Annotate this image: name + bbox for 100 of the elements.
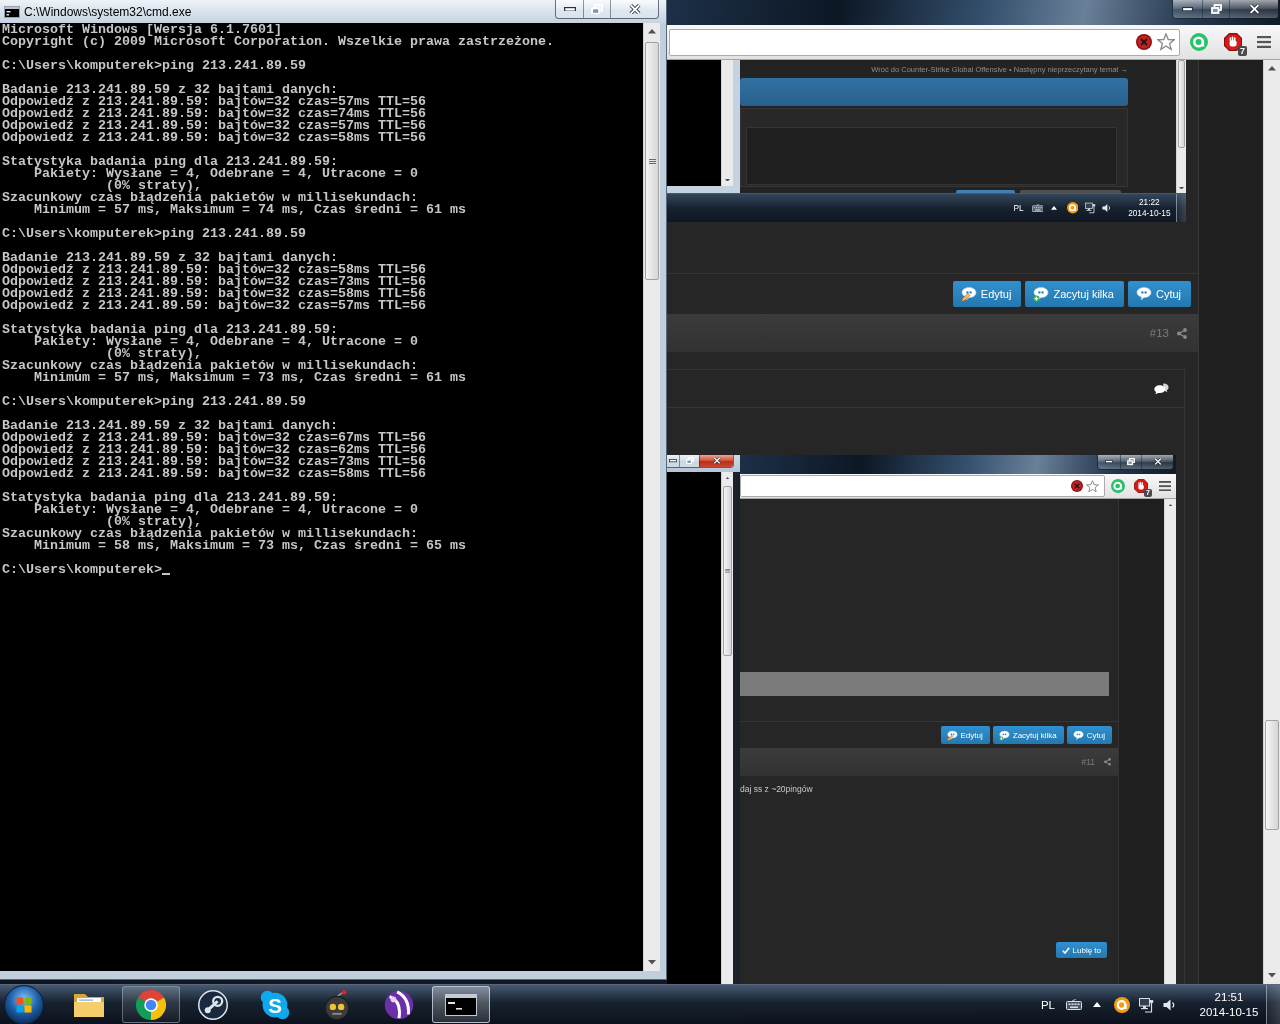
post-number[interactable]: #13 — [1149, 327, 1169, 339]
down-arrow-icon[interactable] — [648, 960, 656, 965]
console-line: Copyright (c) 2009 Microsoft Corporation. Wszelkie prawa zastrzeżone. — [2, 36, 554, 48]
scrollbar[interactable] — [721, 472, 733, 984]
minimize-button[interactable] — [667, 455, 679, 467]
stop-hand-icon[interactable] — [1224, 33, 1242, 51]
piston-logo-icon — [198, 989, 228, 1020]
minimize-button[interactable] — [556, 0, 583, 18]
console-line: C:\Users\komputerek>ping 213.241.89.59 — [2, 396, 306, 408]
console-line: (0% straty), — [104, 516, 202, 528]
console-line: Minimum = 58 ms, Maksimum = 73 ms, Czas średni = 65 ms — [34, 540, 466, 552]
console-line: (0% straty), — [104, 180, 202, 192]
language-indicator[interactable]: PL — [1013, 203, 1024, 213]
pencil-bubble-icon — [960, 286, 977, 302]
up-arrow-icon[interactable] — [1051, 206, 1058, 210]
star-icon[interactable] — [1086, 479, 1099, 493]
restore-icon — [1127, 458, 1135, 466]
close-icon — [1153, 458, 1162, 466]
scrollbar-thumb[interactable] — [1265, 720, 1279, 830]
scrollbar[interactable] — [1176, 60, 1186, 193]
console-line: Badanie 213.241.89.59 z 32 bajtami danych: — [2, 252, 338, 264]
stop-hand-icon[interactable] — [1134, 479, 1148, 493]
post-number[interactable]: #11 — [1081, 757, 1095, 767]
terminal-icon — [4, 5, 20, 18]
scrollbar[interactable] — [1164, 499, 1176, 984]
console-line: Szacunkowy czas błądzenia pakietów w millisekundach: — [2, 360, 418, 372]
close-icon — [628, 3, 641, 15]
blocked-icon[interactable] — [1136, 34, 1152, 50]
console-line: Odpowiedź z 213.241.89.59: bajtów=32 czas=73ms TTL=56 — [2, 276, 426, 288]
console-line: Odpowiedź z 213.241.89.59: bajtów=32 czas=58ms TTL=56 — [2, 468, 426, 480]
like-button[interactable]: Lubię to — [1055, 942, 1107, 958]
close-icon — [1248, 4, 1260, 14]
network-icon[interactable] — [1139, 996, 1155, 1013]
up-arrow-icon[interactable] — [1268, 66, 1276, 71]
console-line: C:\Users\komputerek>ping 213.241.89.59 — [2, 60, 306, 72]
keyboard-icon[interactable] — [1066, 999, 1082, 1010]
restore-button[interactable] — [1202, 0, 1229, 18]
scrollbar[interactable] — [1263, 60, 1280, 984]
plus-bubble-icon — [998, 729, 1010, 741]
minimize-button[interactable] — [1173, 0, 1202, 18]
console-line: Badanie 213.241.89.59 z 32 bajtami danych: — [2, 84, 338, 96]
console-line: Badanie 213.241.89.59 z 32 bajtami danych: — [2, 420, 338, 432]
speech-bubble-icon — [1072, 729, 1084, 741]
taskbar-button[interactable]: S — [246, 986, 304, 1023]
restore-icon — [685, 457, 694, 465]
up-arrow-icon[interactable] — [648, 29, 656, 34]
grip-icon — [725, 569, 730, 573]
multi-quote-button[interactable]: Zacytuj kilka — [992, 726, 1064, 744]
console-line: Odpowiedź z 213.241.89.59: bajtów=32 czas=57ms TTL=56 — [2, 120, 426, 132]
down-arrow-icon[interactable] — [1268, 973, 1276, 978]
folder-icon — [73, 991, 105, 1018]
quote-button[interactable]: Cytuj — [1127, 281, 1191, 307]
star-icon[interactable] — [1157, 33, 1175, 51]
menu-icon[interactable] — [1257, 36, 1271, 48]
clock-date[interactable]: 2014-10-15 — [1199, 1004, 1259, 1020]
scrollbar-thumb[interactable] — [723, 486, 732, 656]
clock-time[interactable]: 21:22 — [1138, 197, 1160, 208]
edit-button[interactable]: Edytuj — [952, 281, 1022, 307]
share-icon[interactable] — [1104, 758, 1111, 766]
close-button[interactable] — [1229, 0, 1278, 18]
speaker-icon[interactable] — [1163, 997, 1177, 1012]
share-icon[interactable] — [1177, 327, 1187, 339]
scrollbar[interactable] — [643, 23, 660, 971]
count-badge: 7 — [1238, 46, 1247, 56]
ring-logo-icon[interactable] — [1114, 996, 1130, 1013]
network-icon[interactable] — [1084, 202, 1097, 214]
keyboard-icon[interactable] — [1031, 204, 1044, 212]
menu-icon[interactable] — [1159, 480, 1171, 492]
taskbar-button[interactable] — [432, 986, 490, 1023]
down-arrow-icon[interactable] — [1179, 186, 1184, 190]
browser-icon — [136, 989, 166, 1020]
scrollbar-thumb[interactable] — [645, 42, 659, 280]
blocked-icon[interactable] — [1071, 480, 1083, 492]
close-button[interactable] — [699, 455, 733, 467]
language-indicator[interactable]: PL — [1040, 998, 1055, 1011]
quote-button[interactable]: Cytuj — [1066, 726, 1112, 744]
show-desktop-button[interactable] — [1266, 985, 1280, 1024]
multi-quote-button[interactable]: Zacytuj kilka — [1025, 281, 1124, 307]
speech-bubble-icon — [1135, 286, 1152, 302]
ring-logo-icon[interactable] — [1066, 202, 1079, 214]
start-orb-icon[interactable] — [4, 984, 44, 1024]
show-desktop-button[interactable] — [1176, 194, 1186, 222]
console-line: C:\Users\komputerek>ping 213.241.89.59 — [2, 228, 306, 240]
pencil-bubble-icon — [946, 729, 958, 741]
chat-app-icon: S — [260, 989, 290, 1020]
clock-date[interactable]: 2014-10-15 — [1128, 208, 1171, 219]
edit-button[interactable]: Edytuj — [940, 726, 990, 744]
taskbar-button[interactable] — [122, 986, 180, 1023]
up-arrow-icon[interactable] — [1093, 1002, 1101, 1007]
console-line: Odpowiedź z 213.241.89.59: bajtów=32 czas=74ms TTL=56 — [2, 108, 426, 120]
minimize-icon — [668, 459, 677, 463]
post-text: daj ss z ~20pingów — [740, 783, 813, 795]
console-line: Odpowiedź z 213.241.89.59: bajtów=32 czas=62ms TTL=56 — [2, 444, 426, 456]
close-button[interactable] — [1141, 455, 1173, 469]
down-arrow-icon[interactable] — [725, 178, 730, 182]
scrollbar-thumb[interactable] — [1178, 60, 1185, 148]
restore-button[interactable] — [1120, 455, 1141, 469]
speaker-icon[interactable] — [1101, 203, 1112, 213]
clock-time[interactable]: 21:51 — [1214, 989, 1244, 1005]
scrollbar[interactable] — [721, 60, 733, 186]
